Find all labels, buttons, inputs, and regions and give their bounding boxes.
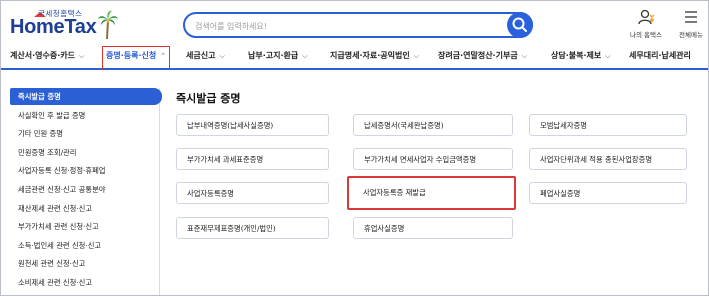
sidebar-item-certificate-management[interactable]: 민원증명 조회/관리 <box>10 144 158 161</box>
my-hometax-button[interactable]: 나의 홈택스 <box>628 8 664 39</box>
sidebar-item-instant-certificates[interactable]: 즉시발급 증명 <box>10 88 162 105</box>
nav-item-label: 증명·등록·신청 <box>106 51 157 60</box>
sidebar-item-consumption-tax[interactable]: 소비제세 관련 신청·신고 <box>10 274 158 291</box>
sidebar-item-income-corporate-tax[interactable]: 소득·법인세 관련 신청·신고 <box>10 237 158 254</box>
sidebar-item-other-certificates[interactable]: 기타 민원 증명 <box>10 125 158 142</box>
sidebar-item-vat[interactable]: 부가가치세 관련 신청·신고 <box>10 218 158 235</box>
chevron-down-icon: ⌵ <box>605 52 611 60</box>
palm-tree-icon <box>98 10 118 40</box>
card-vat-tax-base-certificate[interactable]: 부가가치세 과세표준증명 <box>176 148 329 170</box>
card-closure-certificate[interactable]: 폐업사실증명 <box>529 182 687 204</box>
nav-item-certificates[interactable]: 증명·등록·신청 ⌃ <box>101 44 171 70</box>
nav-item-label: 장려금·연말정산·기부금 <box>438 51 518 60</box>
nav-item-tax-agent[interactable]: 세무대리·납세관리 <box>629 44 691 68</box>
nav-item-incentives[interactable]: 장려금·연말정산·기부금 ⌵ <box>438 44 527 68</box>
chevron-down-icon: ⌵ <box>521 52 527 60</box>
chevron-down-icon: ⌵ <box>219 52 225 60</box>
hamburger-icon <box>685 11 697 23</box>
card-business-registration-reissue[interactable]: 사업자등록증 재발급 <box>347 176 516 210</box>
full-menu-label: 전체메뉴 <box>679 31 703 39</box>
search-button[interactable] <box>507 12 533 38</box>
card-tax-payment-certificate[interactable]: 납세증명서(국세완납증명) <box>353 114 513 136</box>
card-suspension-certificate[interactable]: 휴업사실증명 <box>353 217 513 239</box>
user-icon <box>638 9 655 25</box>
card-vat-exempt-income-certificate[interactable]: 부가가치세 면세사업자 수입금액증명 <box>353 148 513 170</box>
hometax-logo[interactable]: 국세청홈택스 HomeTax <box>10 8 118 40</box>
sidebar-item-withholding-tax[interactable]: 원천세 관련 신청·신고 <box>10 255 158 272</box>
search-bar <box>183 12 533 38</box>
page-title: 즉시발급 증명 <box>176 92 241 105</box>
search-input[interactable] <box>195 17 495 35</box>
nav-item-label: 계산서·영수증·카드 <box>10 51 75 60</box>
header: 국세청홈택스 HomeTax 나의 홈택스 <box>0 0 709 44</box>
my-hometax-label: 나의 홈택스 <box>630 31 662 39</box>
nav-item-payment[interactable]: 납부·고지·환급 ⌵ <box>248 44 308 68</box>
full-menu-button[interactable]: 전체메뉴 <box>676 8 706 39</box>
main-nav: 계산서·영수증·카드 ⌵ 증명·등록·신청 ⌃ 세금신고 ⌵ 납부·고지·환급 ⌵ 지급… <box>0 44 709 70</box>
card-model-taxpayer-certificate[interactable]: 모범납세자증명 <box>529 114 687 136</box>
card-payment-history-certificate[interactable]: 납부내역증명(납세사실증명) <box>176 114 329 136</box>
sidebar-item-property-tax[interactable]: 재산제세 관련 신청·신고 <box>10 200 158 217</box>
nav-item-receipts[interactable]: 계산서·영수증·카드 ⌵ <box>10 44 84 68</box>
card-subordinate-workplace-certificate[interactable]: 사업자단위과세 적용 종된사업장증명 <box>529 148 687 170</box>
sidebar-item-verified-certificates[interactable]: 사실확인 후 발급 증명 <box>10 107 158 124</box>
sidebar-item-business-registration[interactable]: 사업자등록 신청·정정·휴폐업 <box>10 162 158 179</box>
nav-item-label: 세금신고 <box>186 51 216 60</box>
search-icon <box>512 17 527 32</box>
sidebar: 즉시발급 증명 사실확인 후 발급 증명 기타 민원 증명 민원증명 조회/관리… <box>8 88 162 296</box>
nav-item-statements[interactable]: 지급명세·자료·공익법인 ⌵ <box>330 44 419 68</box>
chevron-down-icon: ⌵ <box>413 52 419 60</box>
card-financial-statements-certificate[interactable]: 표준재무제표증명(개인/법인) <box>176 217 329 239</box>
nav-item-label: 납부·고지·환급 <box>248 51 299 60</box>
nav-item-tax-filing[interactable]: 세금신고 ⌵ <box>186 44 225 68</box>
nav-item-consulting[interactable]: 상담·불복·제보 ⌵ <box>551 44 611 68</box>
nav-item-label: 지급명세·자료·공익법인 <box>330 51 410 60</box>
card-business-registration-certificate[interactable]: 사업자등록증명 <box>176 182 329 204</box>
chevron-up-icon: ⌃ <box>160 52 167 60</box>
chevron-down-icon: ⌵ <box>302 52 308 60</box>
nav-item-label: 상담·불복·제보 <box>551 51 602 60</box>
sidebar-item-common-applications[interactable]: 세금관련 신청·신고 공통분야 <box>10 181 158 198</box>
logo-title: HomeTax <box>10 16 97 38</box>
nav-item-label: 세무대리·납세관리 <box>629 51 691 60</box>
chevron-down-icon: ⌵ <box>78 52 85 60</box>
